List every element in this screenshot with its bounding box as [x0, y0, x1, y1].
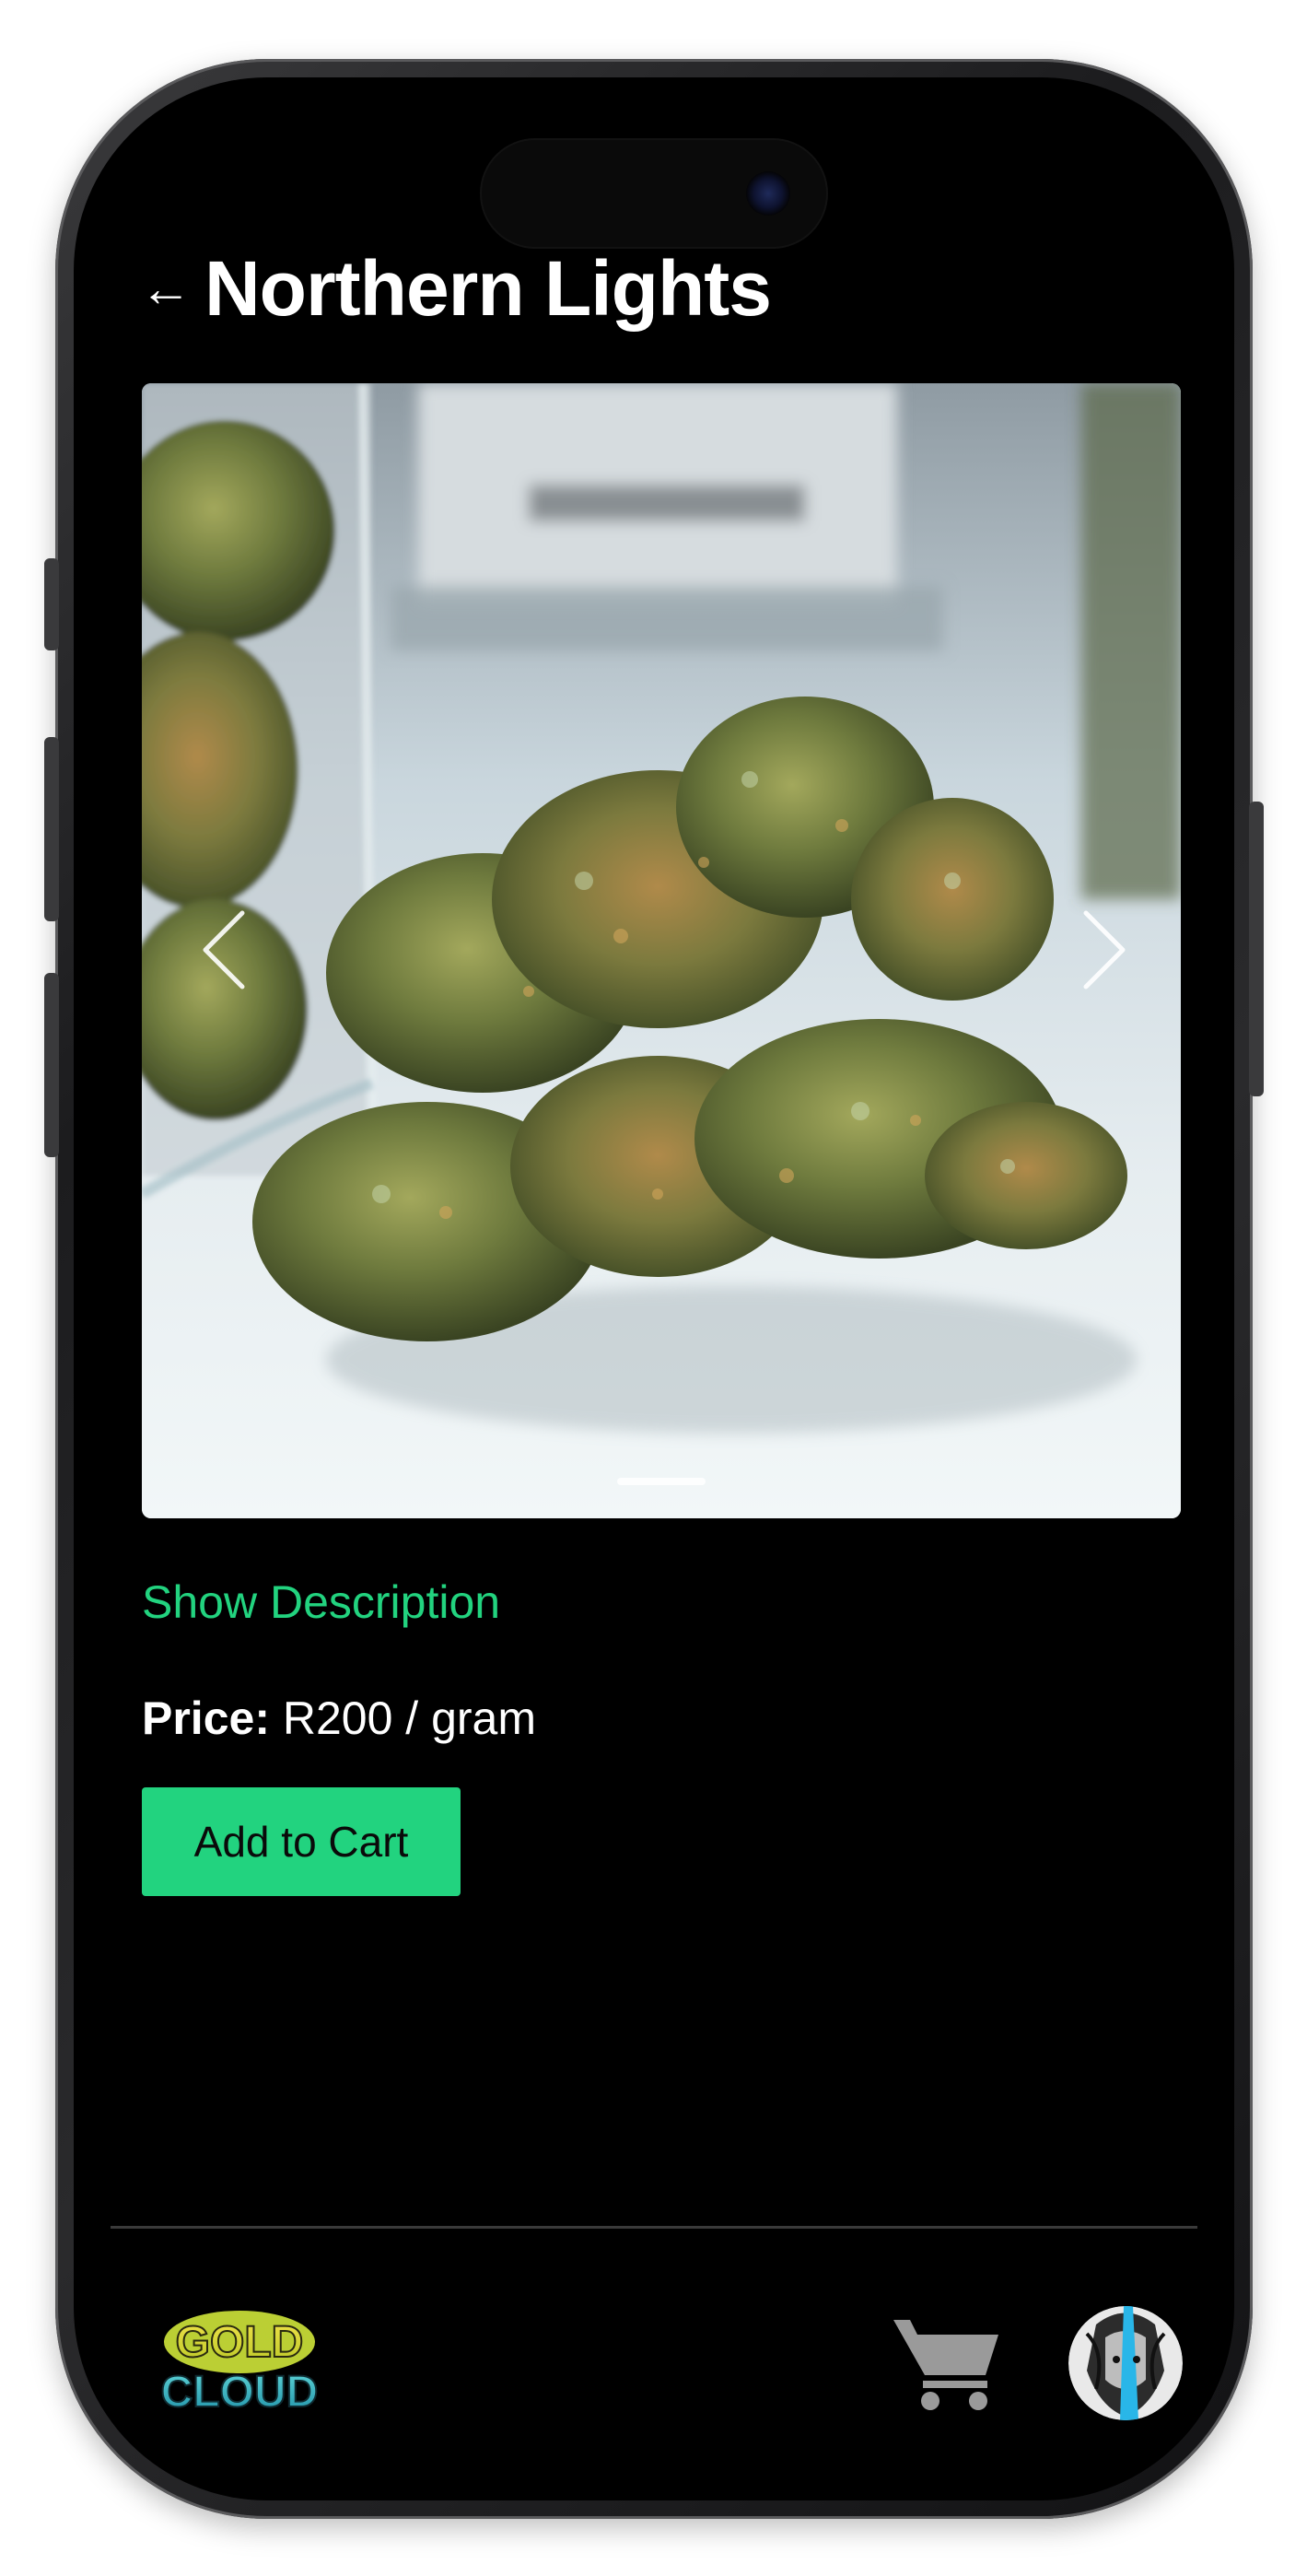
front-camera [746, 171, 790, 216]
price-label: Price: [142, 1692, 270, 1744]
product-image-carousel[interactable] [142, 383, 1181, 1518]
user-avatar[interactable] [1068, 2306, 1183, 2420]
bottom-bar-divider [111, 2226, 1197, 2229]
arrow-left-icon[interactable]: ← [140, 263, 192, 314]
shopping-cart-icon[interactable] [890, 2311, 1004, 2412]
page-header: ← Northern Lights [140, 238, 772, 339]
gold-cloud-logo[interactable]: GOLD CLOUD [147, 2277, 332, 2462]
chevron-left-icon[interactable] [192, 899, 256, 1001]
price-line: Price: R200 / gram [142, 1692, 536, 1745]
logo-text-gold: GOLD [176, 2318, 304, 2367]
product-photo [142, 383, 1181, 1518]
chevron-right-icon[interactable] [1072, 899, 1137, 1001]
show-description-link[interactable]: Show Description [142, 1575, 500, 1629]
add-to-cart-button[interactable]: Add to Cart [142, 1787, 461, 1896]
logo-text-cloud: CLOUD [161, 2368, 319, 2417]
power-button [1249, 802, 1264, 1096]
action-button [44, 558, 59, 650]
volume-up-button [44, 737, 59, 921]
app-screen: ← Northern Lights Show Description Price… [111, 109, 1197, 2467]
carousel-slide-indicator[interactable] [617, 1478, 706, 1485]
page-title: Northern Lights [204, 244, 772, 332]
volume-down-button [44, 973, 59, 1157]
price-value: R200 / gram [282, 1692, 536, 1744]
